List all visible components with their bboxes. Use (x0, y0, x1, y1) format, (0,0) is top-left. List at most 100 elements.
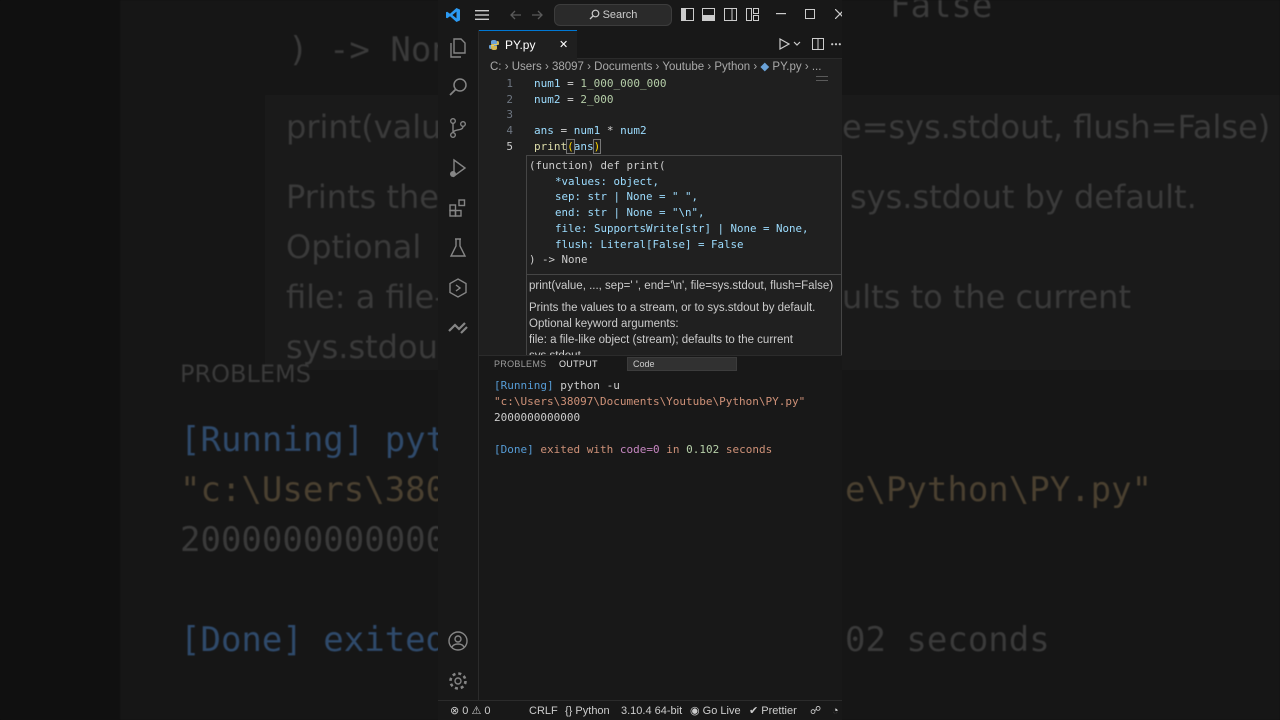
line-number: 1 (506, 77, 513, 90)
tab-py-file[interactable]: PY.py ✕ (479, 30, 577, 59)
python-file-icon (489, 40, 499, 50)
token-var: num2 (620, 124, 647, 137)
menu-icon[interactable] (475, 9, 489, 21)
background-doc3: file: a file- (286, 278, 446, 316)
signature: (function) def print( *values: object, s… (529, 158, 809, 268)
go-live-label: Go Live (702, 705, 741, 717)
out-exited: exited with (533, 443, 620, 456)
breadcrumb-file[interactable]: PY.py (772, 61, 801, 73)
go-live-button[interactable]: ◉ Go Live (690, 701, 741, 720)
customize-layout-icon[interactable] (746, 8, 759, 21)
token-var: num1 (573, 124, 601, 137)
split-editor-icon[interactable] (812, 38, 824, 50)
language-label: Python (575, 705, 610, 717)
doc-line: Prints the values to a stream, or to sys… (529, 302, 816, 314)
source-control-icon[interactable] (446, 116, 470, 140)
search-label: Search (602, 9, 638, 21)
background-doc1: Prints the (286, 178, 439, 216)
output-text: [Running] python -u "c:\Users\38097\Docu… (494, 378, 805, 458)
line-number: 2 (506, 93, 513, 106)
maximize-icon[interactable] (805, 9, 815, 19)
double-check-icon: ✔ (749, 705, 759, 717)
out-seconds: seconds (719, 443, 773, 456)
output-panel: PROBLEMS OUTPUT Code [Running] python -u… (479, 355, 842, 701)
toggle-primary-sidebar-icon[interactable] (681, 8, 694, 21)
command-center-search[interactable]: Search (554, 4, 672, 26)
token-number: 1_000_000_000 (580, 77, 667, 90)
notifications-bell-icon[interactable]: ◔ (832, 701, 839, 720)
minimap-indicator (816, 80, 828, 81)
out-code: code=0 (619, 443, 660, 456)
background-out1: [Running] pyt (180, 420, 447, 460)
language-status[interactable]: {} Python (565, 701, 610, 720)
accounts-icon[interactable] (446, 629, 470, 653)
token-var: num2 (534, 93, 561, 106)
token-op: * (600, 124, 621, 137)
token-function: print (534, 140, 568, 153)
tab-output[interactable]: OUTPUT (559, 359, 598, 369)
toggle-panel-icon[interactable] (702, 8, 715, 21)
out-path: "c:\Users\38097\Documents\Youtube\Python… (494, 395, 806, 408)
token-var: ans (573, 140, 594, 153)
breadcrumb-more[interactable]: › ... (802, 61, 822, 73)
run-debug-icon[interactable] (446, 156, 470, 180)
back-arrow-icon[interactable] (509, 8, 523, 22)
token-op: = (553, 124, 574, 137)
out-running: [Running] (494, 379, 554, 392)
activity-bar (438, 30, 479, 700)
background-doc3-tail: ults to the current (842, 278, 1131, 316)
sig-flush: flush: Literal[False] = False (529, 237, 744, 251)
sig-file: file: SupportsWrite[str] | None = None, (529, 221, 809, 235)
out-cmd: python -u (553, 379, 620, 392)
problems-status[interactable]: ⊗ 0 ⚠ 0 (450, 701, 491, 720)
interpreter-status[interactable]: 3.10.4 64-bit (621, 701, 682, 720)
tab-close-icon[interactable]: ✕ (559, 31, 568, 59)
toggle-secondary-sidebar-icon[interactable] (724, 8, 737, 21)
doc-line: file: a file-like object (stream); defau… (529, 334, 793, 346)
token-number: 2_000 (580, 93, 614, 106)
sig-return: ) -> None (529, 253, 588, 267)
minimize-icon[interactable] (776, 13, 786, 15)
background-sig-line: print(valu (286, 108, 442, 146)
sig-sep: sep: str | None = " ", (529, 190, 699, 204)
code-line[interactable]: num2 = 2_000 (534, 92, 614, 108)
close-window-icon[interactable] (835, 9, 842, 19)
error-icon: ⊗ (450, 705, 460, 717)
out-time: 0.102 (686, 443, 720, 456)
minimap-indicator (816, 76, 828, 77)
background-doc1-tail: sys.stdout by default. (850, 178, 1197, 216)
feedback-icon[interactable]: ☍ (810, 701, 821, 720)
forward-arrow-icon[interactable] (530, 8, 544, 22)
out-result: 2000000000000 (494, 411, 581, 424)
extensions-icon[interactable] (446, 196, 470, 220)
line-number: 3 (506, 108, 513, 121)
eol-status[interactable]: CRLF (529, 701, 558, 720)
explorer-icon[interactable] (446, 36, 470, 60)
background-out3: 20000000000000 (180, 520, 467, 560)
hover-divider (527, 274, 841, 275)
code-line[interactable]: num1 = 1_000_000_000 (534, 76, 666, 92)
code-line[interactable]: ans = num1 * num2 (534, 123, 647, 139)
sig-values: *values: object, (529, 174, 660, 188)
remote-explorer-icon[interactable] (446, 276, 470, 300)
output-channel-select[interactable]: Code (627, 357, 737, 371)
tab-problems[interactable]: PROBLEMS (494, 359, 546, 369)
breadcrumb-path[interactable]: C: › Users › 38097 › Documents › Youtube… (490, 61, 760, 73)
code-line-active[interactable]: print(ans) (534, 139, 602, 155)
more-actions-icon[interactable] (831, 43, 841, 46)
output-channel-value: Code (633, 359, 655, 369)
testing-flask-icon[interactable] (446, 236, 470, 260)
token-op: = (560, 77, 581, 90)
status-bar: ⊗ 0 ⚠ 0 CRLF {} Python 3.10.4 64-bit ◉ G… (438, 700, 842, 720)
background-top-tail: False (890, 0, 993, 26)
settings-gear-icon[interactable] (446, 669, 470, 693)
background-out4-tail: 02 seconds (845, 620, 1050, 660)
run-dropdown-chevron-icon[interactable] (793, 41, 801, 47)
breadcrumb[interactable]: C: › Users › 38097 › Documents › Youtube… (490, 59, 830, 75)
background-sig-tail: e=sys.stdout, flush=False) (842, 108, 1271, 146)
sig-end: end: str | None = "\n", (529, 206, 705, 220)
live-share-icon[interactable] (446, 316, 470, 340)
prettier-status[interactable]: ✔ Prettier (749, 701, 797, 720)
run-python-file-icon[interactable] (778, 38, 790, 50)
search-view-icon[interactable] (446, 76, 470, 100)
